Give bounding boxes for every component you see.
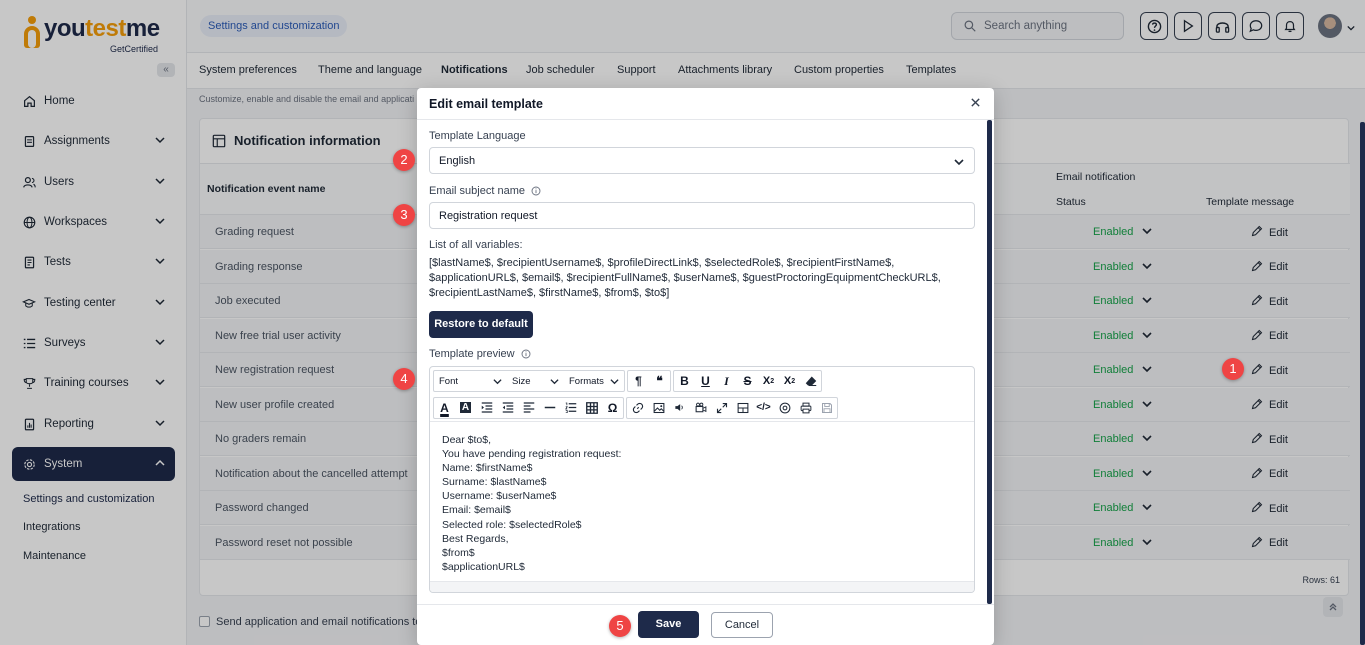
editor-line: Email: $email$ <box>442 504 511 517</box>
chevron-down-icon <box>954 159 964 166</box>
link-icon[interactable] <box>627 398 648 418</box>
template-language-select[interactable]: English <box>429 147 975 174</box>
editor-dropdown-group: Font Size Formats <box>433 370 625 392</box>
step-badge-4: 4 <box>393 368 415 390</box>
chevron-down-icon <box>550 378 559 384</box>
dialog-title: Edit email template <box>429 97 543 111</box>
save-disk-icon <box>816 398 837 418</box>
dialog-scrollbar[interactable] <box>987 120 992 604</box>
editor-block-group: ¶ ❝ <box>627 370 671 392</box>
source-code-icon[interactable]: </> <box>753 398 774 418</box>
cancel-button[interactable]: Cancel <box>711 612 773 638</box>
indent-icon[interactable] <box>476 398 497 418</box>
editor-toolbar-row-1: Font Size Formats ¶ ❝ B U I S X2 X2 <box>430 367 974 395</box>
editor-inline-group: B U I S X2 X2 <box>673 370 822 392</box>
editor-line: $from$ <box>442 546 475 559</box>
underline-icon[interactable]: U <box>695 371 716 391</box>
editor-line: Surname: $lastName$ <box>442 476 547 489</box>
editor-insert-group: </> <box>626 396 838 419</box>
italic-icon[interactable]: I <box>716 371 737 391</box>
paragraph-icon[interactable]: ¶ <box>628 371 649 391</box>
close-icon <box>971 98 980 107</box>
editor-line: Selected role: $selectedRole$ <box>442 518 582 531</box>
restore-to-default-button[interactable]: Restore to default <box>429 311 533 338</box>
formats-dropdown[interactable]: Formats <box>564 371 624 391</box>
subscript-icon[interactable]: X2 <box>758 371 779 391</box>
fullscreen-icon[interactable] <box>711 398 732 418</box>
print-icon[interactable] <box>795 398 816 418</box>
ordered-list-icon[interactable] <box>560 398 581 418</box>
email-subject-label: Email subject name <box>429 185 541 197</box>
blockquote-icon[interactable]: ❝ <box>649 371 670 391</box>
variables-label: List of all variables: <box>429 239 523 251</box>
editor-toolbar-row-2: A A Ω </> <box>430 394 974 422</box>
strikethrough-icon[interactable]: S <box>737 371 758 391</box>
divider <box>417 604 994 605</box>
close-button[interactable] <box>970 97 981 111</box>
bold-icon[interactable]: B <box>674 371 695 391</box>
image-icon[interactable] <box>648 398 669 418</box>
font-dropdown[interactable]: Font <box>434 371 507 391</box>
background-color-icon[interactable]: A <box>455 398 476 418</box>
audio-icon[interactable] <box>669 398 690 418</box>
info-icon[interactable] <box>531 186 541 196</box>
eraser-icon[interactable] <box>800 371 821 391</box>
horizontal-rule-icon[interactable] <box>539 398 560 418</box>
step-badge-2: 2 <box>393 149 415 171</box>
info-icon[interactable] <box>521 349 531 359</box>
chevron-down-icon <box>493 378 502 384</box>
divider <box>417 119 994 120</box>
editor-status-bar <box>430 581 974 592</box>
outdent-icon[interactable] <box>497 398 518 418</box>
email-subject-input[interactable]: Registration request <box>429 202 975 229</box>
editor-line: Name: $firstName$ <box>442 462 533 475</box>
superscript-icon[interactable]: X2 <box>779 371 800 391</box>
step-badge-5: 5 <box>609 615 631 637</box>
step-badge-1: 1 <box>1222 358 1244 380</box>
table-icon[interactable] <box>581 398 602 418</box>
variables-list: [$lastName$, $recipientUsername$, $profi… <box>429 257 941 299</box>
editor-line: Best Regards, <box>442 532 509 545</box>
chevron-down-icon <box>610 378 619 384</box>
special-character-icon[interactable]: Ω <box>602 398 623 418</box>
rich-text-editor: Font Size Formats ¶ ❝ B U I S X2 X2 A A <box>429 366 975 593</box>
mention-icon[interactable] <box>774 398 795 418</box>
save-button[interactable]: Save <box>638 611 699 638</box>
template-language-label: Template Language <box>429 130 526 142</box>
editor-line: Dear $to$, <box>442 434 492 446</box>
page-scrollbar[interactable] <box>1360 122 1365 645</box>
align-left-icon[interactable] <box>518 398 539 418</box>
step-badge-3: 3 <box>393 204 415 226</box>
editor-line: You have pending registration request: <box>442 448 622 461</box>
editor-format-group: A A Ω <box>433 396 624 419</box>
template-preview-label: Template preview <box>429 348 531 360</box>
video-icon[interactable] <box>690 398 711 418</box>
size-dropdown[interactable]: Size <box>507 371 564 391</box>
editor-line: Username: $userName$ <box>442 490 557 503</box>
edit-email-template-dialog: Edit email template Template Language En… <box>417 88 994 645</box>
editor-content[interactable]: Dear $to$, You have pending registration … <box>442 433 621 574</box>
template-icon[interactable] <box>732 398 753 418</box>
editor-line: $applicationURL$ <box>442 560 525 573</box>
text-color-icon[interactable]: A <box>434 398 455 418</box>
